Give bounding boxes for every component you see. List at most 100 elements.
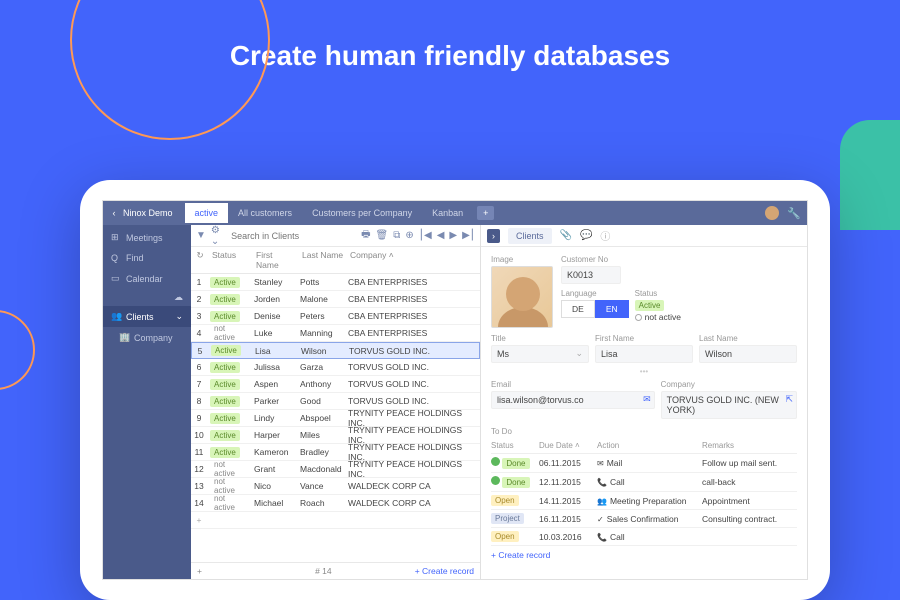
detail-bar: › Clients 📎 💬 ⓘ — [481, 225, 807, 247]
attachment-icon[interactable]: 📎 — [560, 230, 572, 241]
cloud-sync-icon[interactable]: ☁ — [103, 289, 191, 306]
list-toolbar: ▼ ⚙ ⌄ 🖶 🗑 ⧉ ⊕ ⎮◀ ◀ ▶ ▶⎮ — [191, 225, 480, 247]
tab-all-customers[interactable]: All customers — [228, 203, 302, 223]
firstname-field[interactable]: Lisa — [595, 345, 693, 363]
todo-row[interactable]: Open10.03.2016📞Call — [491, 528, 797, 546]
info-icon[interactable]: ⓘ — [600, 228, 610, 243]
sidebar-item-clients[interactable]: 👥Clients⌄ — [103, 306, 191, 327]
table-row[interactable]: 2ActiveJordenMaloneCBA ENTERPRISES — [191, 291, 480, 308]
print-icon[interactable]: 🖶 — [361, 227, 370, 244]
next-record-icon[interactable]: ▶ — [449, 230, 457, 241]
table-row[interactable]: 14not activeMichaelRoachWALDECK CORP CA — [191, 495, 480, 512]
row-count: # 14 — [315, 566, 332, 576]
todo-row[interactable]: Done12.11.2015📞Callcall-back — [491, 473, 797, 492]
todo-col-status[interactable]: Status — [491, 441, 539, 450]
decorative-circle — [70, 0, 270, 140]
search-input[interactable] — [228, 228, 351, 244]
client-photo[interactable] — [491, 266, 553, 328]
sidebar-item-company[interactable]: 🏢Company — [103, 327, 191, 348]
top-bar: ‹ Ninox Demo activeAll customersCustomer… — [103, 201, 807, 225]
todo-col-date[interactable]: Due Date ˄ — [539, 441, 597, 450]
custno-field[interactable]: K0013 — [561, 266, 621, 284]
custno-label: Customer No — [561, 255, 797, 264]
company-field[interactable]: TORVUS GOLD INC. (NEW YORK) — [661, 391, 797, 419]
lang-en-button[interactable]: EN — [595, 300, 629, 318]
language-label: Language — [561, 289, 629, 298]
database-title: Ninox Demo — [123, 208, 173, 218]
back-button[interactable]: ‹ — [109, 208, 119, 218]
app-screen: ‹ Ninox Demo activeAll customersCustomer… — [102, 200, 808, 580]
image-label: Image — [491, 255, 553, 264]
grid-header: ↻ Status First Name Last Name Company ˄ — [191, 247, 480, 274]
lastname-label: Last Name — [699, 334, 797, 343]
company-icon: 🏢 — [119, 332, 129, 343]
todo-create-link[interactable]: + Create record — [491, 546, 797, 564]
add-icon[interactable]: ⊕ — [405, 230, 413, 241]
status-inactive-option[interactable]: not active — [635, 312, 681, 322]
sidebar-item-meetings[interactable]: ⊞Meetings — [103, 227, 191, 248]
todo-row[interactable]: Open14.11.2015👥Meeting PreparationAppoin… — [491, 492, 797, 510]
todo-header: Status Due Date ˄ Action Remarks — [491, 438, 797, 454]
decorative-arc — [0, 310, 35, 390]
col-lastname[interactable]: Last Name — [299, 250, 347, 270]
add-row-placeholder[interactable]: + — [191, 512, 480, 529]
chevron-down-icon: ⌄ — [175, 311, 183, 322]
clients-icon: 👥 — [111, 311, 121, 322]
refresh-icon[interactable]: ↻ — [191, 250, 209, 270]
meetings-icon: ⊞ — [111, 232, 121, 243]
list-panel: ▼ ⚙ ⌄ 🖶 🗑 ⧉ ⊕ ⎮◀ ◀ ▶ ▶⎮ ↻ Status First N… — [191, 225, 481, 579]
decorative-shape — [840, 120, 900, 230]
grid-body: 1ActiveStanleyPottsCBA ENTERPRISES2Activ… — [191, 274, 480, 562]
tablet-frame: ‹ Ninox Demo activeAll customersCustomer… — [80, 180, 830, 600]
detail-panel: › Clients 📎 💬 ⓘ Image Customer No K0013 … — [481, 225, 807, 579]
table-row[interactable]: 1ActiveStanleyPottsCBA ENTERPRISES — [191, 274, 480, 291]
filter-icon[interactable]: ▼ — [196, 230, 206, 241]
todo-label: To Do — [491, 427, 797, 436]
todo-row[interactable]: Project16.11.2015✓Sales ConfirmationCons… — [491, 510, 797, 528]
first-record-icon[interactable]: ⎮◀ — [419, 230, 432, 241]
duplicate-icon[interactable]: ⧉ — [393, 230, 400, 241]
col-status[interactable]: Status — [209, 250, 253, 270]
todo-col-action[interactable]: Action — [597, 441, 702, 450]
language-toggle: DE EN — [561, 300, 629, 318]
status-active-option[interactable]: Active — [635, 300, 681, 311]
grid-footer: + # 14 + Create record — [191, 562, 480, 579]
user-avatar[interactable] — [765, 206, 779, 220]
firstname-label: First Name — [595, 334, 693, 343]
prev-record-icon[interactable]: ◀ — [437, 230, 445, 241]
email-label: Email — [491, 380, 655, 389]
tab-active[interactable]: active — [185, 203, 229, 223]
more-fields-indicator[interactable]: ••• — [491, 367, 797, 376]
todo-row[interactable]: Done06.11.2015✉MailFollow up mail sent. — [491, 454, 797, 473]
collapse-detail-button[interactable]: › — [487, 229, 500, 243]
sidebar-item-find[interactable]: QFind — [103, 248, 191, 268]
table-row[interactable]: 4not activeLukeManningCBA ENTERPRISES — [191, 325, 480, 342]
lastname-field[interactable]: Wilson — [699, 345, 797, 363]
lang-de-button[interactable]: DE — [561, 300, 595, 318]
todo-col-remarks[interactable]: Remarks — [702, 441, 797, 450]
email-field[interactable]: lisa.wilson@torvus.co — [491, 391, 655, 409]
tab-kanban[interactable]: Kanban — [422, 203, 473, 223]
add-tab-button[interactable]: + — [477, 206, 494, 220]
last-record-icon[interactable]: ▶⎮ — [462, 230, 475, 241]
table-row[interactable]: 7ActiveAspenAnthonyTORVUS GOLD INC. — [191, 376, 480, 393]
title-label: Title — [491, 334, 589, 343]
title-select[interactable]: Ms — [491, 345, 589, 363]
status-label: Status — [635, 289, 681, 298]
table-row[interactable]: 5ActiveLisaWilsonTORVUS GOLD INC. — [191, 342, 480, 359]
company-label: Company — [661, 380, 797, 389]
add-row-button[interactable]: + — [197, 566, 202, 576]
sidebar: ⊞MeetingsQFind▭Calendar☁👥Clients⌄🏢Compan… — [103, 225, 191, 579]
col-company[interactable]: Company ˄ — [347, 250, 480, 270]
table-row[interactable]: 6ActiveJulissaGarzaTORVUS GOLD INC. — [191, 359, 480, 376]
find-icon: Q — [111, 253, 121, 263]
settings-wrench-icon[interactable]: 🔧 — [787, 207, 801, 220]
col-firstname[interactable]: First Name — [253, 250, 299, 270]
detail-breadcrumb[interactable]: Clients — [508, 228, 552, 244]
sidebar-item-calendar[interactable]: ▭Calendar — [103, 268, 191, 289]
create-record-link[interactable]: + Create record — [415, 566, 474, 576]
delete-icon[interactable]: 🗑 — [376, 230, 389, 241]
gear-icon[interactable]: ⚙ ⌄ — [211, 225, 223, 247]
tab-customers-per-company[interactable]: Customers per Company — [302, 203, 422, 223]
comment-icon[interactable]: 💬 — [580, 230, 592, 241]
